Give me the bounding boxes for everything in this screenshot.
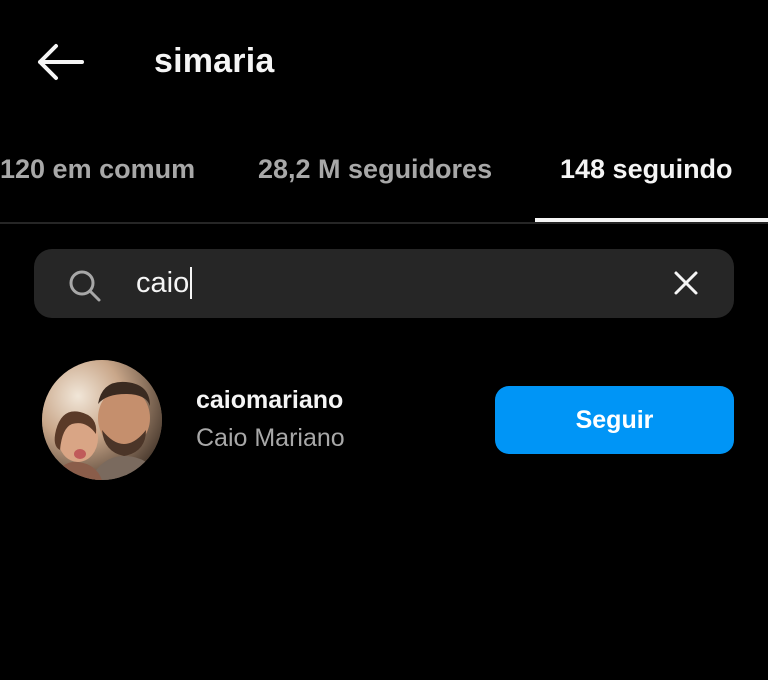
avatar-photo [42, 360, 162, 480]
follow-button[interactable]: Seguir [495, 386, 734, 454]
tab-bar: 120 em comum 28,2 M seguidores 148 segui… [0, 136, 768, 224]
back-button[interactable] [30, 38, 90, 86]
header: simaria [0, 0, 768, 124]
text-caret [190, 267, 193, 299]
search-icon [69, 270, 101, 302]
active-tab-indicator [535, 218, 768, 222]
result-username[interactable]: caiomariano [196, 386, 343, 415]
tab-in-common[interactable]: 120 em comum [0, 154, 195, 185]
arrow-left-icon [38, 44, 84, 80]
search-input-value: caio [136, 267, 190, 299]
avatar[interactable] [42, 360, 162, 480]
result-full-name: Caio Mariano [196, 424, 345, 452]
close-icon[interactable] [670, 267, 702, 299]
tab-following[interactable]: 148 seguindo [560, 154, 733, 185]
list-item[interactable]: caiomariano Caio Mariano Seguir [0, 356, 768, 486]
page-title: simaria [154, 42, 275, 80]
search-input[interactable]: caio [136, 263, 193, 303]
tab-followers[interactable]: 28,2 M seguidores [258, 154, 492, 185]
search-bar[interactable]: caio [34, 249, 734, 318]
